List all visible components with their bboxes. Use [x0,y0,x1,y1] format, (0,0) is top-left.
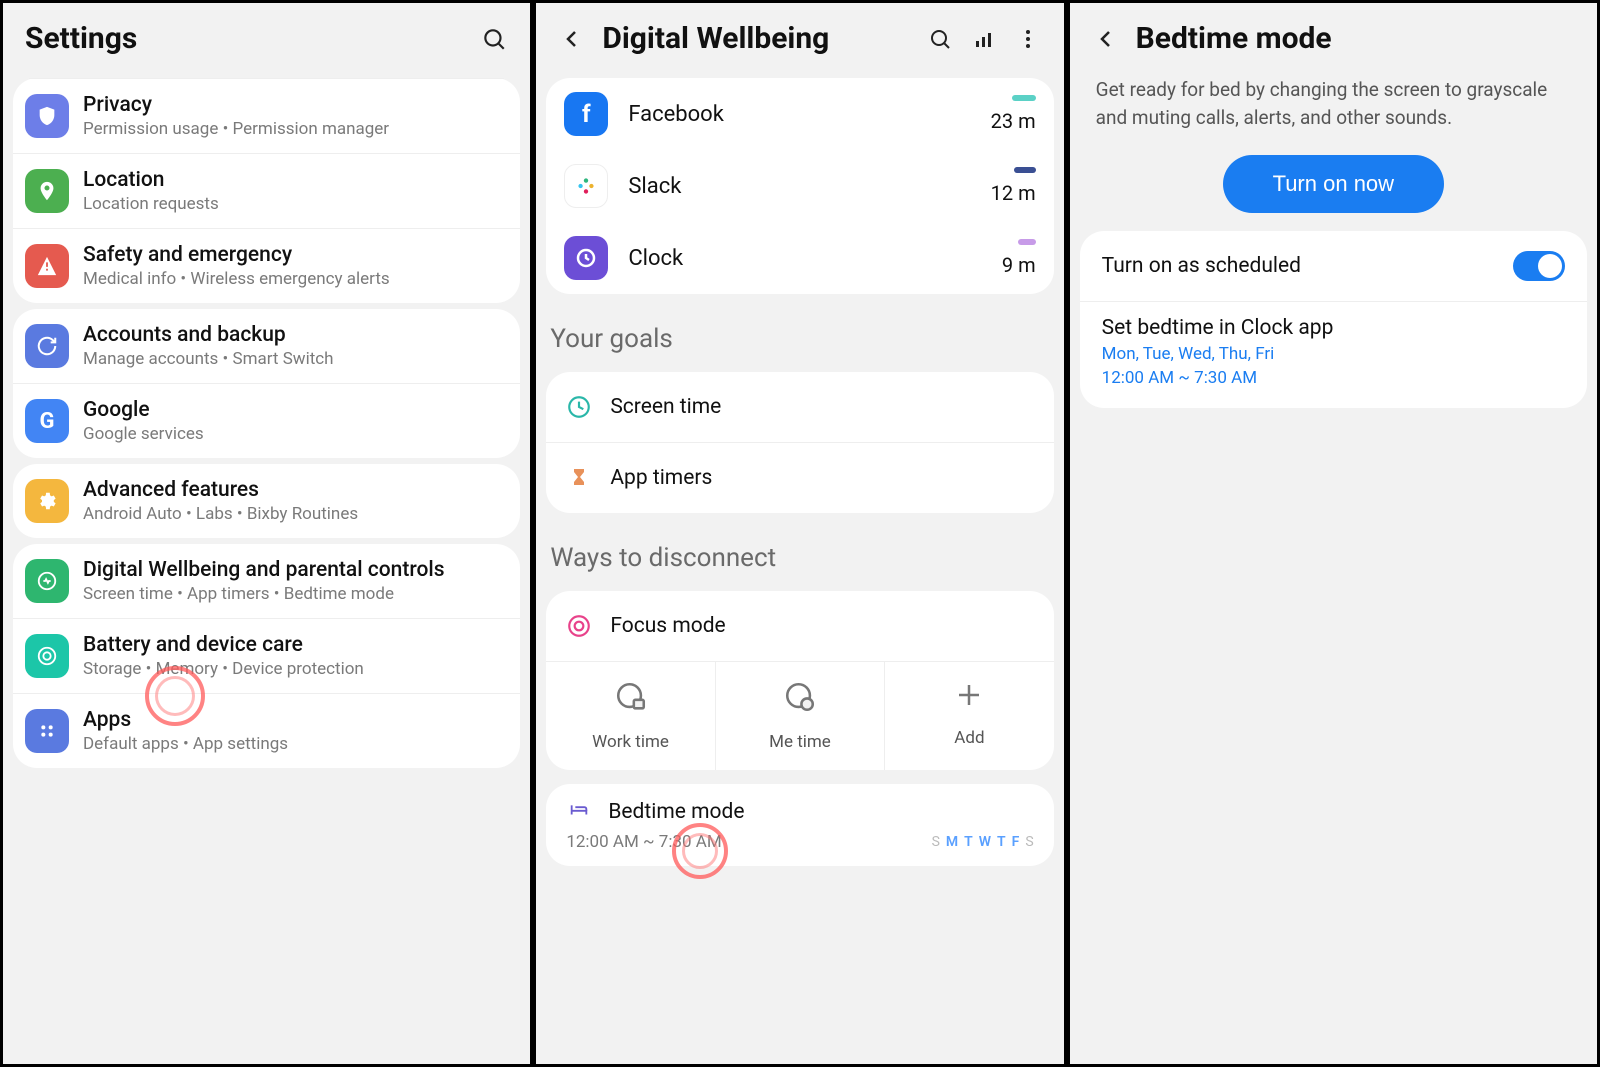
header: Settings [3,3,530,72]
back-icon[interactable] [558,25,586,53]
focus-card-work[interactable]: Work time [546,662,714,770]
search-icon[interactable] [926,25,954,53]
settings-item-location[interactable]: LocationLocation requests [13,153,520,228]
app-usage-list: f Facebook 23 m Slack 12 m Clock 9 m [546,78,1053,294]
settings-item-apps[interactable]: AppsDefault apps • App settings [13,693,520,768]
work-time-icon [614,680,648,722]
chart-icon[interactable] [970,25,998,53]
app-row-facebook[interactable]: f Facebook 23 m [546,78,1053,150]
google-icon: G [25,399,69,443]
heartbeat-icon [25,559,69,603]
back-icon[interactable] [1092,25,1120,53]
turn-on-button[interactable]: Turn on now [1223,155,1444,213]
description-text: Get ready for bed by changing the screen… [1070,72,1597,149]
focus-card-me[interactable]: Me time [715,662,884,770]
settings-group: Digital Wellbeing and parental controlsS… [13,544,520,768]
usage-bar [1012,95,1036,101]
settings-item-battery[interactable]: Battery and device careStorage • Memory … [13,618,520,693]
focus-card-add[interactable]: Add [884,662,1053,770]
page-title: Settings [25,21,464,56]
app-row-slack[interactable]: Slack 12 m [546,150,1053,222]
set-bedtime-row[interactable]: Set bedtime in Clock app Mon, Tue, Wed, … [1080,301,1587,408]
disconnect-card: Focus mode Work time Me time Add [546,591,1053,770]
more-icon[interactable] [1014,25,1042,53]
shield-icon [25,94,69,138]
goal-app-timers[interactable]: App timers [546,442,1053,513]
settings-item-accounts[interactable]: Accounts and backupManage accounts • Sma… [13,309,520,383]
clock-app-icon [564,236,608,280]
usage-bar [1018,239,1036,245]
settings-item-advanced[interactable]: Advanced featuresAndroid Auto • Labs • B… [13,464,520,538]
usage-bar [1014,167,1036,173]
app-row-clock[interactable]: Clock 9 m [546,222,1053,294]
focus-mode-row[interactable]: Focus mode [546,591,1053,661]
bed-icon [566,798,592,826]
settings-group: PrivacyPermission usage • Permission man… [13,78,520,303]
settings-item-privacy[interactable]: PrivacyPermission usage • Permission man… [13,79,520,153]
device-care-icon [25,634,69,678]
scheduled-toggle-row[interactable]: Turn on as scheduled [1080,231,1587,301]
search-icon[interactable] [480,25,508,53]
goal-screen-time[interactable]: Screen time [546,372,1053,442]
apps-icon [25,709,69,753]
panel-bedtime-mode: Bedtime mode Get ready for bed by changi… [1067,0,1600,1067]
target-icon [566,613,592,639]
page-title: Bedtime mode [1136,21,1575,56]
hourglass-icon [566,465,592,491]
location-pin-icon [25,169,69,213]
settings-group: Advanced featuresAndroid Auto • Labs • B… [13,464,520,538]
header: Bedtime mode [1070,3,1597,72]
me-time-icon [783,680,817,722]
section-header-disconnect: Ways to disconnect [536,519,1063,585]
facebook-icon: f [564,92,608,136]
page-title: Digital Wellbeing [602,21,909,56]
header: Digital Wellbeing [536,3,1063,72]
settings-item-digital-wellbeing[interactable]: Digital Wellbeing and parental controlsS… [13,544,520,618]
panel-settings: Settings PrivacyPermission usage • Permi… [0,0,533,1067]
toggle-on[interactable] [1513,251,1565,281]
settings-group: Accounts and backupManage accounts • Sma… [13,309,520,458]
section-header-goals: Your goals [536,300,1063,366]
settings-item-google[interactable]: G GoogleGoogle services [13,383,520,458]
bedtime-card[interactable]: Bedtime mode 12:00 AM ~ 7:30 AM SMTWTFS [546,784,1053,866]
settings-item-safety[interactable]: Safety and emergencyMedical info • Wirel… [13,228,520,303]
schedule-card: Turn on as scheduled Set bedtime in Cloc… [1080,231,1587,408]
slack-icon [564,164,608,208]
sync-icon [25,324,69,368]
plus-icon [954,680,984,718]
days-row: SMTWTFS [932,834,1034,850]
alert-icon [25,244,69,288]
panel-digital-wellbeing: Digital Wellbeing f Facebook 23 m Slack … [533,0,1066,1067]
clock-icon [566,394,592,420]
gear-icon [25,479,69,523]
goals-list: Screen time App timers [546,372,1053,513]
